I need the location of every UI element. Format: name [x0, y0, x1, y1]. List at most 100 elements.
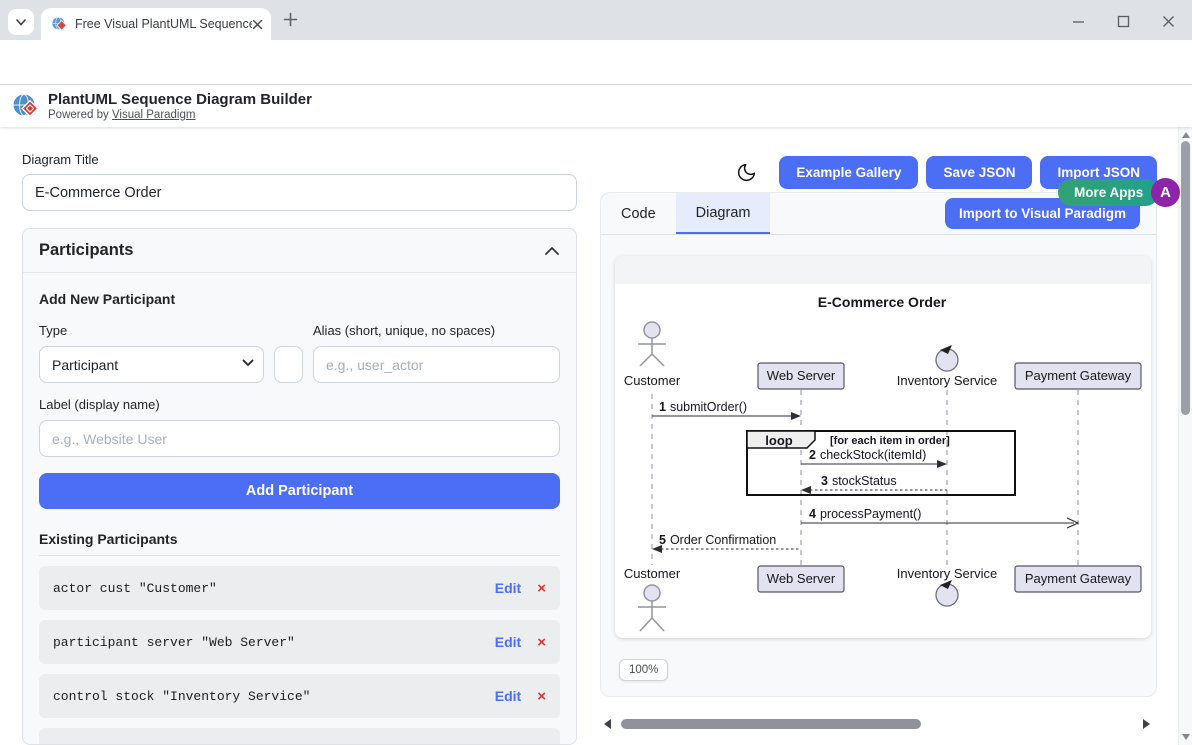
- vertical-scroll-thumb[interactable]: [1181, 141, 1190, 415]
- participant-label-payment-gateway: Payment Gateway: [1025, 368, 1132, 383]
- alias-label: Alias (short, unique, no spaces): [313, 323, 560, 338]
- visual-paradigm-link[interactable]: Visual Paradigm: [112, 109, 196, 121]
- message-3-label: 3stockStatus: [821, 474, 897, 488]
- browser-tab-strip: Free Visual PlantUML Sequence: [0, 0, 1192, 40]
- add-new-participant-heading: Add New Participant: [39, 291, 560, 307]
- diagram-title-label: Diagram Title: [22, 152, 99, 167]
- participant-row: actor cust "Customer" Edit ×: [39, 566, 560, 610]
- participants-panel: Participants Add New Participant Type Pa…: [22, 228, 577, 745]
- app-title: PlantUML Sequence Diagram Builder: [48, 92, 312, 108]
- existing-participants-heading: Existing Participants: [39, 531, 560, 547]
- save-json-button[interactable]: Save JSON: [926, 156, 1032, 189]
- display-name-input[interactable]: [39, 420, 560, 457]
- display-name-label: Label (display name): [39, 397, 560, 412]
- type-field: Type Participant: [39, 323, 264, 383]
- loop-guard: [for each item in order]: [830, 435, 950, 447]
- diagram-title: E-Commerce Order: [818, 294, 947, 310]
- message-1-arrowhead: [791, 412, 801, 420]
- edit-participant-button[interactable]: Edit: [495, 634, 521, 650]
- participant-form-row: Type Participant Alias (short, unique, n…: [39, 323, 560, 383]
- participant-code: participant server "Web Server": [53, 635, 495, 650]
- participant-label-payment-gateway-bottom: Payment Gateway: [1025, 571, 1132, 586]
- preview-card: Code Diagram Import to Visual Paradigm E…: [600, 192, 1157, 697]
- participant-row: participant server "Web Server" Edit ×: [39, 620, 560, 664]
- window-minimize-button[interactable]: [1063, 12, 1093, 30]
- tab-diagram[interactable]: Diagram: [676, 193, 771, 234]
- app-title-block: PlantUML Sequence Diagram Builder Powere…: [48, 92, 312, 121]
- zoom-level-badge[interactable]: 100%: [619, 659, 668, 681]
- add-participant-button[interactable]: Add Participant: [39, 473, 560, 509]
- message-2-label: 2checkStock(itemId): [809, 448, 926, 462]
- horizontal-scrollbar[interactable]: [604, 716, 1150, 732]
- diagram-canvas: E-Commerce Order Customer Web Server Inv…: [615, 284, 1151, 638]
- participants-title: Participants: [39, 241, 133, 260]
- close-icon: [1162, 15, 1175, 28]
- chevron-up-icon[interactable]: [544, 245, 560, 257]
- participant-label-customer: Customer: [624, 373, 681, 388]
- diagram-viewer: E-Commerce Order Customer Web Server Inv…: [615, 256, 1151, 638]
- powered-by: Powered by Visual Paradigm: [48, 109, 312, 121]
- scroll-left-arrow-icon[interactable]: [604, 719, 611, 729]
- site-favicon: [51, 16, 67, 32]
- tab-close-icon[interactable]: [252, 19, 263, 30]
- horizontal-scroll-track[interactable]: [611, 716, 1143, 732]
- sequence-diagram: E-Commerce Order Customer Web Server Inv…: [615, 284, 1151, 638]
- actor-figure-top: [638, 322, 666, 366]
- app-header: PlantUML Sequence Diagram Builder Powere…: [0, 85, 1192, 127]
- participant-color-box[interactable]: [274, 346, 303, 383]
- visual-paradigm-logo: [12, 92, 40, 120]
- moon-icon: [736, 162, 757, 183]
- tab-search-button[interactable]: [8, 9, 34, 35]
- plus-icon: [283, 12, 298, 27]
- control-icon-bottom: [936, 580, 958, 606]
- window-maximize-button[interactable]: [1108, 12, 1138, 30]
- browser-window: Free Visual PlantUML Sequence ai-toolbox…: [0, 0, 1192, 745]
- message-1-label: 1submitOrder(): [659, 400, 747, 414]
- minimize-icon: [1072, 15, 1085, 28]
- alias-input[interactable]: [313, 346, 560, 383]
- message-5-arrowhead: [652, 545, 662, 553]
- participant-label-web-server: Web Server: [767, 368, 836, 383]
- tab-code[interactable]: Code: [601, 193, 676, 234]
- participant-code: actor cust "Customer": [53, 581, 495, 596]
- delete-participant-icon[interactable]: ×: [537, 635, 546, 650]
- tab-title: Free Visual PlantUML Sequence: [75, 17, 252, 31]
- delete-participant-icon[interactable]: ×: [537, 689, 546, 704]
- user-avatar[interactable]: A: [1151, 178, 1180, 207]
- participant-type-select[interactable]: Participant: [39, 346, 264, 383]
- actor-figure-bottom: [638, 585, 666, 631]
- participant-label-inventory-service-bottom: Inventory Service: [897, 566, 997, 581]
- scroll-up-arrow-icon[interactable]: [1182, 132, 1190, 138]
- participant-row: participant payment "Payment Gateway" Ed…: [39, 728, 560, 745]
- message-3-arrowhead: [801, 486, 811, 494]
- edit-participant-button[interactable]: Edit: [495, 688, 521, 704]
- vertical-scrollbar[interactable]: [1178, 127, 1192, 745]
- loop-label: loop: [765, 433, 792, 448]
- delete-participant-icon[interactable]: ×: [537, 581, 546, 596]
- browser-toolbar: ai-toolbox.visual-paradigm.com/app/plant…: [0, 40, 1192, 85]
- new-tab-button[interactable]: [283, 12, 298, 27]
- message-5-label: 5Order Confirmation: [659, 533, 776, 547]
- control-icon-top: [936, 345, 958, 371]
- edit-participant-button[interactable]: Edit: [495, 580, 521, 596]
- browser-tab[interactable]: Free Visual PlantUML Sequence: [41, 8, 271, 40]
- chevron-down-icon: [15, 16, 27, 28]
- message-4-label: 4processPayment(): [809, 507, 921, 521]
- divider: [39, 555, 560, 556]
- window-close-button[interactable]: [1153, 12, 1183, 30]
- participants-panel-body: Add New Participant Type Participant Ali…: [23, 273, 576, 745]
- participants-panel-header[interactable]: Participants: [23, 229, 576, 273]
- example-gallery-button[interactable]: Example Gallery: [779, 156, 918, 189]
- scroll-right-arrow-icon[interactable]: [1143, 719, 1150, 729]
- participant-label-customer-bottom: Customer: [624, 566, 681, 581]
- scroll-down-arrow-icon[interactable]: [1182, 734, 1190, 740]
- participant-row: control stock "Inventory Service" Edit ×: [39, 674, 560, 718]
- alias-field: Alias (short, unique, no spaces): [313, 323, 560, 383]
- more-apps-button[interactable]: More Apps: [1058, 179, 1159, 206]
- maximize-icon: [1117, 15, 1130, 28]
- participant-label-web-server-bottom: Web Server: [767, 571, 836, 586]
- participant-label-inventory-service: Inventory Service: [897, 373, 997, 388]
- dark-mode-toggle[interactable]: [734, 160, 759, 185]
- horizontal-scroll-thumb[interactable]: [621, 719, 921, 729]
- diagram-title-input[interactable]: [22, 174, 577, 211]
